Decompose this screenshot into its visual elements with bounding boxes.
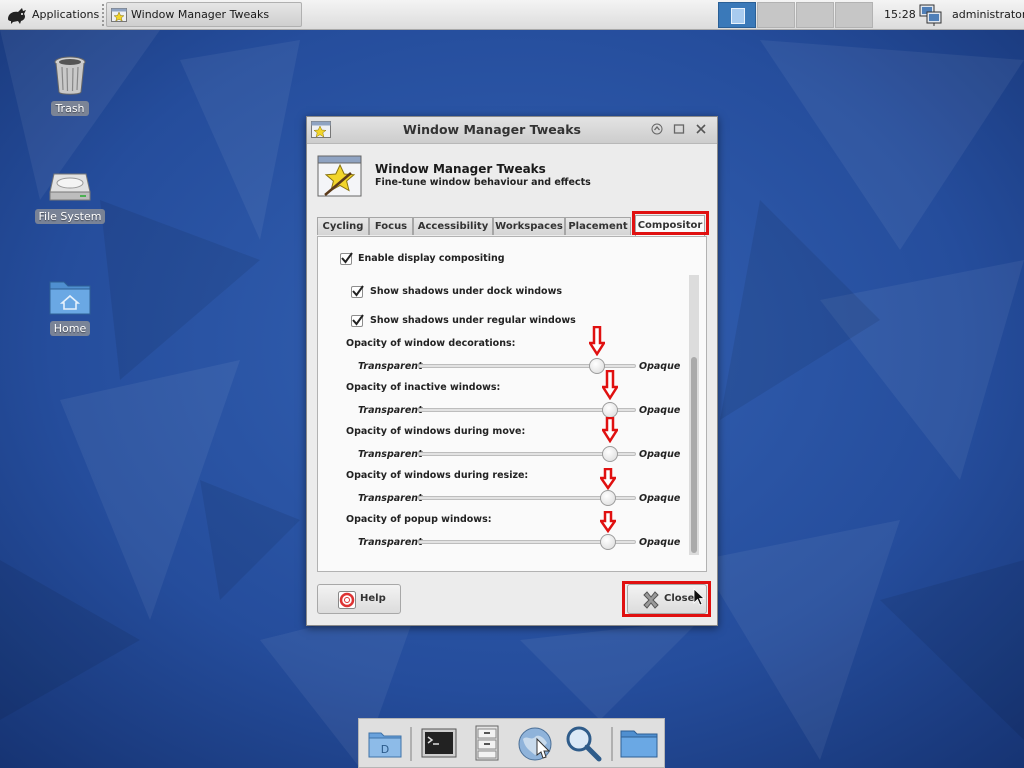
slider-max-label: Opaque — [639, 449, 681, 460]
workspace-3-button[interactable] — [796, 2, 834, 28]
desktop-icon-trash[interactable]: Trash — [30, 54, 110, 116]
tab-cycling[interactable]: Cycling — [317, 217, 369, 235]
checkmark-icon — [352, 314, 364, 326]
resize-opacity-label: Opacity of windows during resize: — [346, 470, 529, 481]
slider-max-label: Opaque — [639, 405, 681, 416]
network-icon[interactable] — [918, 2, 944, 28]
show-desktop-icon[interactable]: D — [365, 723, 405, 763]
window-manager-tweaks-small-icon — [111, 8, 127, 22]
trash-icon — [54, 56, 86, 95]
desktop-icon-label: File System — [34, 209, 106, 224]
desktop-icon-file-system[interactable]: File System — [30, 168, 110, 224]
slider-min-label: Transparent — [358, 449, 423, 460]
close-label: Close — [664, 593, 695, 604]
top-panel: Applications Window Manager Tweaks 15:28… — [0, 0, 1024, 30]
header-title: Window Manager Tweaks — [375, 162, 546, 176]
dock-separator — [611, 727, 613, 761]
tab-accessibility[interactable]: Accessibility — [413, 217, 493, 235]
annotation-arrow-icon — [601, 370, 618, 400]
close-x-icon — [643, 591, 659, 609]
slider-min-label: Transparent — [358, 493, 423, 504]
slider-min-label: Transparent — [358, 405, 423, 416]
applications-label: Applications — [32, 8, 100, 21]
tab-compositor[interactable]: Compositor — [635, 215, 705, 236]
dock-shadows-checkbox[interactable] — [351, 285, 364, 298]
resize-opacity-slider-thumb[interactable] — [599, 490, 616, 506]
help-button[interactable]: Help — [317, 584, 401, 614]
window-manager-tweaks-icon — [317, 155, 362, 197]
slider-max-label: Opaque — [639, 537, 681, 548]
scrollbar-thumb[interactable] — [691, 357, 697, 553]
move-opacity-slider-thumb[interactable] — [601, 446, 618, 462]
window-close-button[interactable] — [693, 123, 709, 137]
file-cabinet-icon[interactable] — [467, 723, 507, 763]
mouse-cursor-icon — [693, 588, 705, 606]
folder-icon[interactable] — [619, 723, 659, 763]
close-icon — [696, 124, 706, 134]
workspace-2-button[interactable] — [757, 2, 795, 28]
checkmark-icon — [352, 285, 364, 297]
regular-shadows-label[interactable]: Show shadows under regular windows — [370, 315, 576, 326]
desktop-icon-label: Trash — [51, 101, 89, 116]
bottom-dock: D — [358, 718, 665, 768]
enable-compositing-label[interactable]: Enable display compositing — [358, 253, 505, 264]
tab-workspaces[interactable]: Workspaces — [493, 217, 565, 235]
popup-opacity-slider-thumb[interactable] — [599, 534, 616, 550]
desktop-icon-home[interactable]: Home — [30, 276, 110, 336]
header-subtitle: Fine-tune window behaviour and effects — [375, 177, 591, 188]
move-opacity-label: Opacity of windows during move: — [346, 426, 526, 437]
dock-shadows-label[interactable]: Show shadows under dock windows — [370, 286, 562, 297]
workspace-1-button[interactable] — [718, 2, 756, 28]
popup-opacity-label: Opacity of popup windows: — [346, 514, 492, 525]
dialog-titlebar[interactable]: Window Manager Tweaks — [307, 117, 717, 144]
dialog-title: Window Manager Tweaks — [403, 122, 581, 137]
svg-text:D: D — [381, 743, 389, 756]
tab-placement[interactable]: Placement — [565, 217, 631, 235]
workspace-4-button[interactable] — [835, 2, 873, 28]
desktop-icon-label: Home — [49, 321, 91, 336]
taskbar-item-label: Window Manager Tweaks — [131, 8, 270, 21]
window-manager-tweaks-dialog: Window Manager Tweaks Window Manager Twe… — [306, 116, 718, 626]
xfce-mouse-icon — [8, 8, 26, 24]
inactive-opacity-label: Opacity of inactive windows: — [346, 382, 501, 393]
help-label: Help — [360, 593, 386, 604]
terminal-icon[interactable] — [419, 723, 459, 763]
arrow-up-icon — [651, 123, 663, 135]
checkmark-icon — [341, 252, 353, 264]
annotation-arrow-icon — [601, 417, 618, 443]
inactive-opacity-slider-thumb[interactable] — [601, 402, 618, 418]
window-maximize-button[interactable] — [671, 123, 687, 137]
applications-menu-button[interactable]: Applications — [0, 0, 100, 29]
home-folder-icon — [49, 281, 91, 315]
slider-max-label: Opaque — [639, 493, 681, 504]
workspace-window-preview — [731, 8, 745, 24]
panel-separator — [102, 4, 104, 26]
enable-compositing-checkbox[interactable] — [340, 252, 353, 265]
dock-separator — [410, 727, 412, 761]
regular-shadows-checkbox[interactable] — [351, 314, 364, 327]
panel-clock[interactable]: 15:28 — [884, 0, 916, 29]
help-lifebuoy-icon — [338, 591, 356, 609]
user-menu[interactable]: administrator — [952, 0, 1024, 29]
slider-min-label: Transparent — [358, 537, 423, 548]
tab-focus[interactable]: Focus — [369, 217, 413, 235]
decorations-opacity-label: Opacity of window decorations: — [346, 338, 516, 349]
window-shade-button[interactable] — [649, 123, 665, 137]
annotation-arrow-icon — [599, 511, 616, 533]
maximize-icon — [673, 124, 685, 134]
compositor-tab-panel: Enable display compositing Show shadows … — [317, 236, 707, 572]
drive-icon — [49, 173, 91, 201]
annotation-arrow-icon — [588, 326, 605, 356]
slider-min-label: Transparent — [358, 361, 423, 372]
search-icon[interactable] — [563, 723, 603, 763]
annotation-arrow-icon — [599, 468, 616, 490]
dialog-header: Window Manager Tweaks Fine-tune window b… — [317, 153, 697, 201]
slider-max-label: Opaque — [639, 361, 681, 372]
taskbar-item-window-manager-tweaks[interactable]: Window Manager Tweaks — [106, 2, 302, 27]
web-browser-icon[interactable] — [515, 723, 555, 763]
